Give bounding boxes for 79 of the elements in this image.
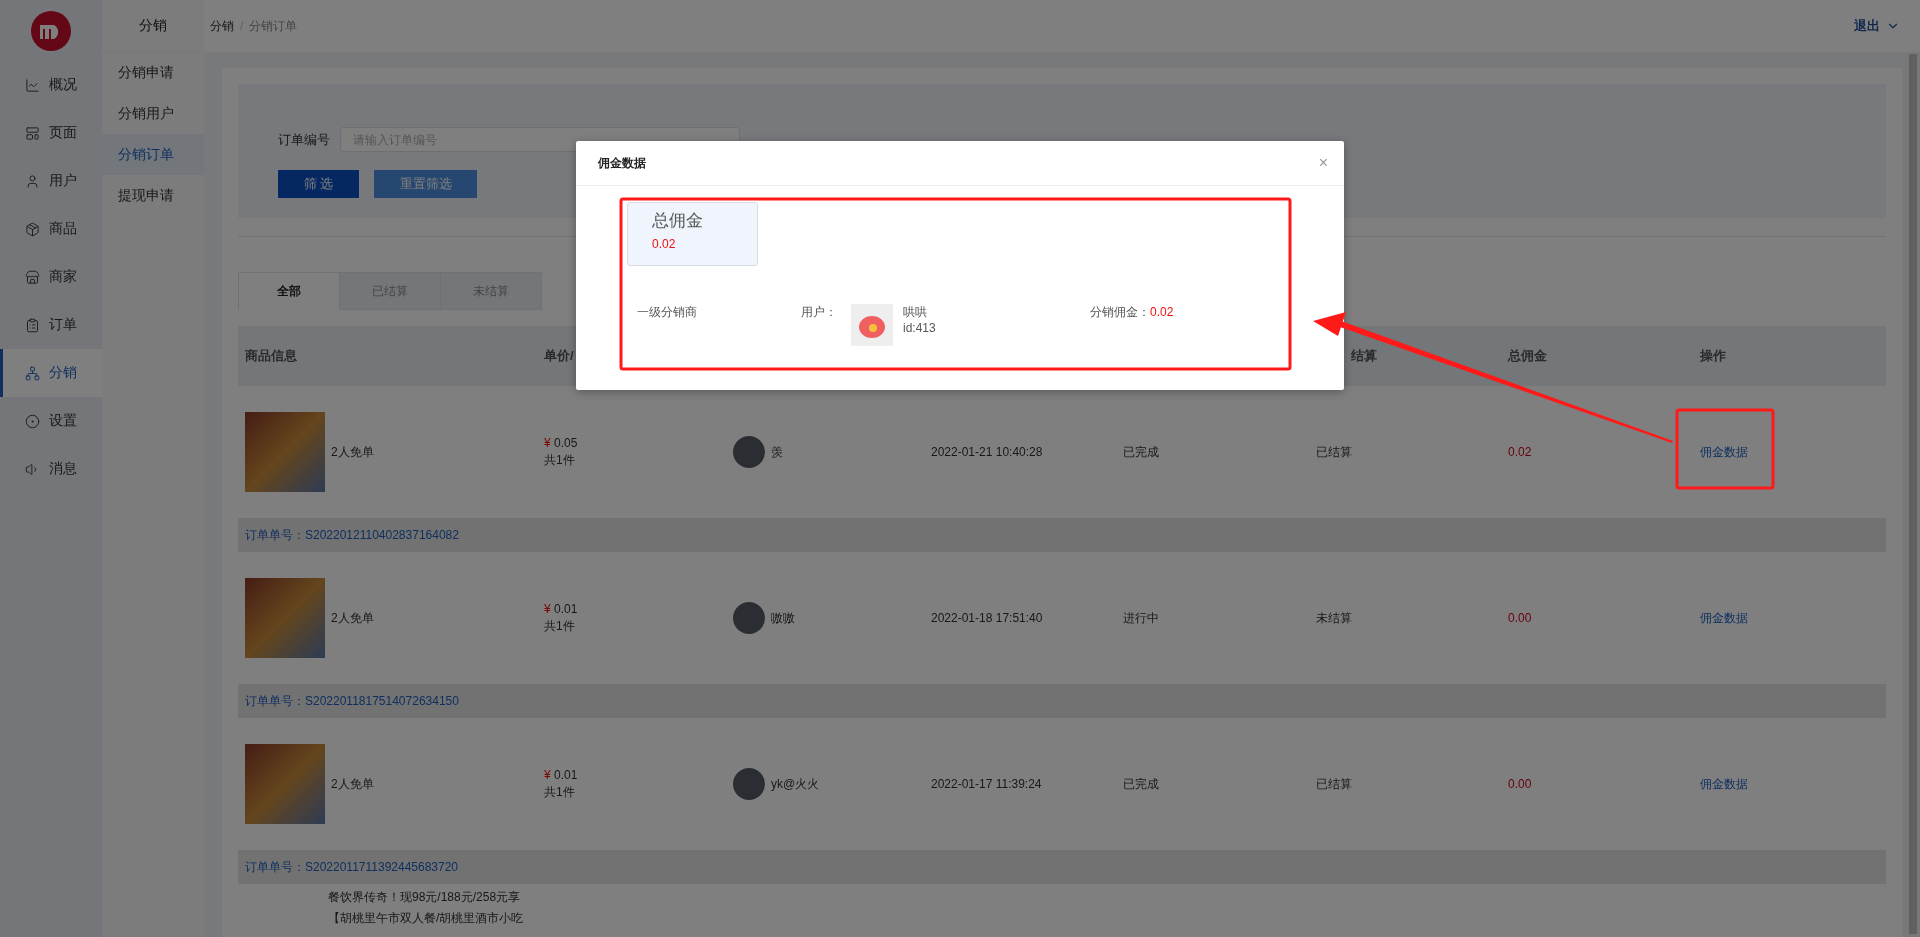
submenu-item[interactable]: 分销订单 xyxy=(102,134,204,175)
box-icon xyxy=(25,221,40,237)
submenu-item[interactable]: 分销用户 xyxy=(102,93,204,134)
avatar xyxy=(733,436,765,468)
commission: 0.02 xyxy=(1508,445,1532,459)
order-time: 2022-01-17 11:39:24 xyxy=(931,777,1042,791)
nav-item[interactable]: 页面 xyxy=(0,109,102,157)
avatar xyxy=(733,602,765,634)
settlement-status: 已结算 xyxy=(1316,775,1352,793)
product-name: 2人免单 xyxy=(331,775,374,793)
chart-icon xyxy=(25,77,40,93)
logo-icon xyxy=(31,11,71,51)
submenu-item[interactable]: 提现申请 xyxy=(102,175,204,216)
commission: 0.00 xyxy=(1508,611,1532,625)
nav-item[interactable]: 分销 xyxy=(0,349,102,397)
order-status: 已完成 xyxy=(1123,443,1159,461)
commission-data-link[interactable]: 佣金数据 xyxy=(1700,443,1748,461)
field-label: 订单编号 xyxy=(278,130,330,149)
level-label: 一级分销商 xyxy=(637,304,698,321)
order-status: 已完成 xyxy=(1123,775,1159,793)
product-name: 2人免单 xyxy=(331,609,374,627)
summary-value: 0.02 xyxy=(652,237,677,251)
price: ¥ 0.05 xyxy=(544,435,578,450)
quantity: 共1件 xyxy=(544,783,576,801)
user-name: 哄哄 xyxy=(903,304,928,321)
breadcrumb-item[interactable]: 分销 xyxy=(210,17,234,35)
user-name: 羡 xyxy=(771,443,783,461)
column-header: 操作 xyxy=(1700,348,1726,363)
reset-button[interactable]: 重置筛选 xyxy=(374,170,477,198)
quantity: 共1件 xyxy=(544,617,576,635)
product-name: 【胡桃里午市双人餐/胡桃里酒市小吃 xyxy=(328,910,525,927)
nav-item[interactable]: 概况 xyxy=(0,61,102,109)
product-name: 餐饮界传奇！现98元/188元/258元享 xyxy=(328,889,522,906)
settlement-status: 未结算 xyxy=(1316,609,1352,627)
network-icon xyxy=(25,365,40,381)
column-header: 总佣金 xyxy=(1508,348,1547,363)
price: ¥ 0.01 xyxy=(544,601,578,616)
filter-button[interactable]: 筛 选 xyxy=(278,170,359,198)
order-status: 进行中 xyxy=(1123,609,1159,627)
order-number: 订单单号：S2022011817514072634150 xyxy=(245,692,459,710)
submenu-item[interactable]: 分销申请 xyxy=(102,52,204,93)
nav-item[interactable]: 设置 xyxy=(0,397,102,445)
commission-data-link[interactable]: 佣金数据 xyxy=(1700,609,1748,627)
quantity: 共1件 xyxy=(544,451,576,469)
user-icon xyxy=(25,173,40,189)
summary-label: 总佣金 xyxy=(652,210,704,232)
order-time: 2022-01-21 10:40:28 xyxy=(931,445,1043,459)
target-icon xyxy=(25,413,40,429)
nav-item[interactable]: 消息 xyxy=(0,445,102,493)
price: ¥ 0.01 xyxy=(544,767,578,782)
user-label: 用户： xyxy=(801,304,838,321)
product-name: 2人免单 xyxy=(331,443,374,461)
column-header: 商品信息 xyxy=(245,348,297,363)
settlement-status: 已结算 xyxy=(1316,443,1352,461)
dialog-title: 佣金数据 xyxy=(598,154,646,172)
user-name: 嗷嗷 xyxy=(771,609,795,627)
order-number: 订单单号：S2022011711392445683720 xyxy=(245,858,459,876)
order-number: 订单单号：S2022012110402837164082 xyxy=(245,526,459,544)
user-id: id:413 xyxy=(903,321,937,335)
nav-item[interactable]: 商品 xyxy=(0,205,102,253)
commission-data-link[interactable]: 佣金数据 xyxy=(1700,775,1748,793)
page-icon xyxy=(25,125,40,141)
avatar xyxy=(733,768,765,800)
logout-button[interactable]: 退出 xyxy=(1854,17,1900,35)
nav-item[interactable]: 商家 xyxy=(0,253,102,301)
commission: 0.00 xyxy=(1508,777,1532,791)
user-name: yk@火火 xyxy=(771,775,820,793)
breadcrumb-separator: / xyxy=(240,19,244,33)
clipboard-icon xyxy=(25,317,40,333)
commission-text: 分销佣金：0.02 xyxy=(1090,304,1174,321)
column-header: 单价/ xyxy=(544,348,574,363)
store-icon xyxy=(25,269,40,285)
close-button[interactable]: × xyxy=(1318,154,1328,172)
nav-item[interactable]: 用户 xyxy=(0,157,102,205)
tab[interactable]: 全部 xyxy=(238,272,340,310)
order-time: 2022-01-18 17:51:40 xyxy=(931,611,1043,625)
avatar-drawing xyxy=(851,304,893,346)
column-header: 结算 xyxy=(1351,348,1377,363)
nav-item[interactable]: 订单 xyxy=(0,301,102,349)
